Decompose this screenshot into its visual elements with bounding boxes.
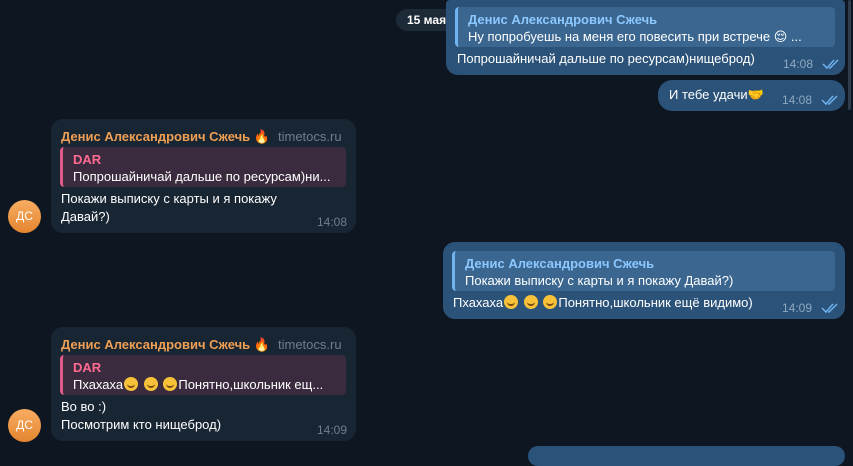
reply-sender-name: Денис Александрович Сжечь (468, 12, 658, 27)
message-text-line: Давай?) (61, 209, 110, 224)
sender-site: timetocs.ru (278, 337, 342, 352)
emoji-laugh-icon (163, 377, 178, 391)
message-time: 14:09 (317, 423, 348, 437)
sender-name[interactable]: Денис Александрович Сжечь 🔥 (61, 129, 270, 145)
message-text-line: Во во :) (61, 399, 107, 414)
message-text: Попрошайничай дальше по ресурсам)нищебро… (457, 51, 755, 66)
emoji-laugh-icon (543, 295, 558, 309)
message-outgoing[interactable]: И тебе удачи🤝 14:08 (658, 80, 845, 111)
message-text: Пхахаха Понятно,школьник ещё видимо) (453, 295, 753, 310)
reply-sender-name: Денис Александрович Сжечь (465, 256, 655, 271)
message-time: 14:08 (783, 57, 814, 71)
reply-quote[interactable]: Денис Александрович Сжечь Ну попробуешь … (455, 7, 835, 47)
message-text-line: Покажи выписку с карты и я покажу (61, 191, 277, 206)
message-incoming[interactable]: Денис Александрович Сжечь 🔥 timetocs.ru … (51, 119, 356, 233)
emoji-laugh-icon (143, 377, 158, 391)
message-outgoing-partial[interactable] (528, 446, 845, 466)
reply-quote[interactable]: Денис Александрович Сжечь Покажи выписку… (452, 251, 835, 291)
sender-name[interactable]: Денис Александрович Сжечь 🔥 (61, 337, 270, 353)
read-check-icon (821, 303, 838, 314)
reply-text: Покажи выписку с карты и я покажу Давай?… (465, 273, 734, 288)
emoji-laugh-icon (504, 295, 519, 309)
reply-sender-name: DAR (73, 152, 102, 167)
message-outgoing[interactable]: Денис Александрович Сжечь Ну попробуешь … (446, 0, 845, 75)
reply-quote[interactable]: DAR Пхахаха Понятно,школьник ещ... (60, 355, 346, 395)
message-incoming[interactable]: Денис Александрович Сжечь 🔥 timetocs.ru … (51, 327, 356, 441)
reply-sender-name: DAR (73, 360, 102, 375)
reply-text: Ну попробуешь на меня его повесить при в… (468, 29, 802, 44)
reply-text: Пхахаха Понятно,школьник ещ... (73, 377, 324, 392)
read-check-icon (821, 95, 838, 106)
emoji-laugh-icon (523, 295, 538, 309)
avatar[interactable]: ДС (8, 200, 41, 233)
message-time: 14:08 (782, 93, 813, 107)
avatar[interactable]: ДС (8, 409, 41, 442)
emoji-laugh-icon (124, 377, 139, 391)
message-text: И тебе удачи🤝 (669, 87, 764, 102)
reply-quote[interactable]: DAR Попрошайничай дальше по ресурсам)ни.… (60, 147, 346, 187)
message-time: 14:09 (782, 301, 813, 315)
message-text-line: Посмотрим кто нищеброд) (61, 417, 222, 432)
chat-scrollbar[interactable] (848, 0, 851, 110)
read-check-icon (822, 59, 839, 70)
message-outgoing[interactable]: Денис Александрович Сжечь Покажи выписку… (443, 242, 845, 319)
sender-site: timetocs.ru (278, 129, 342, 144)
message-time: 14:08 (317, 215, 348, 229)
reply-text: Попрошайничай дальше по ресурсам)ни... (73, 169, 331, 184)
